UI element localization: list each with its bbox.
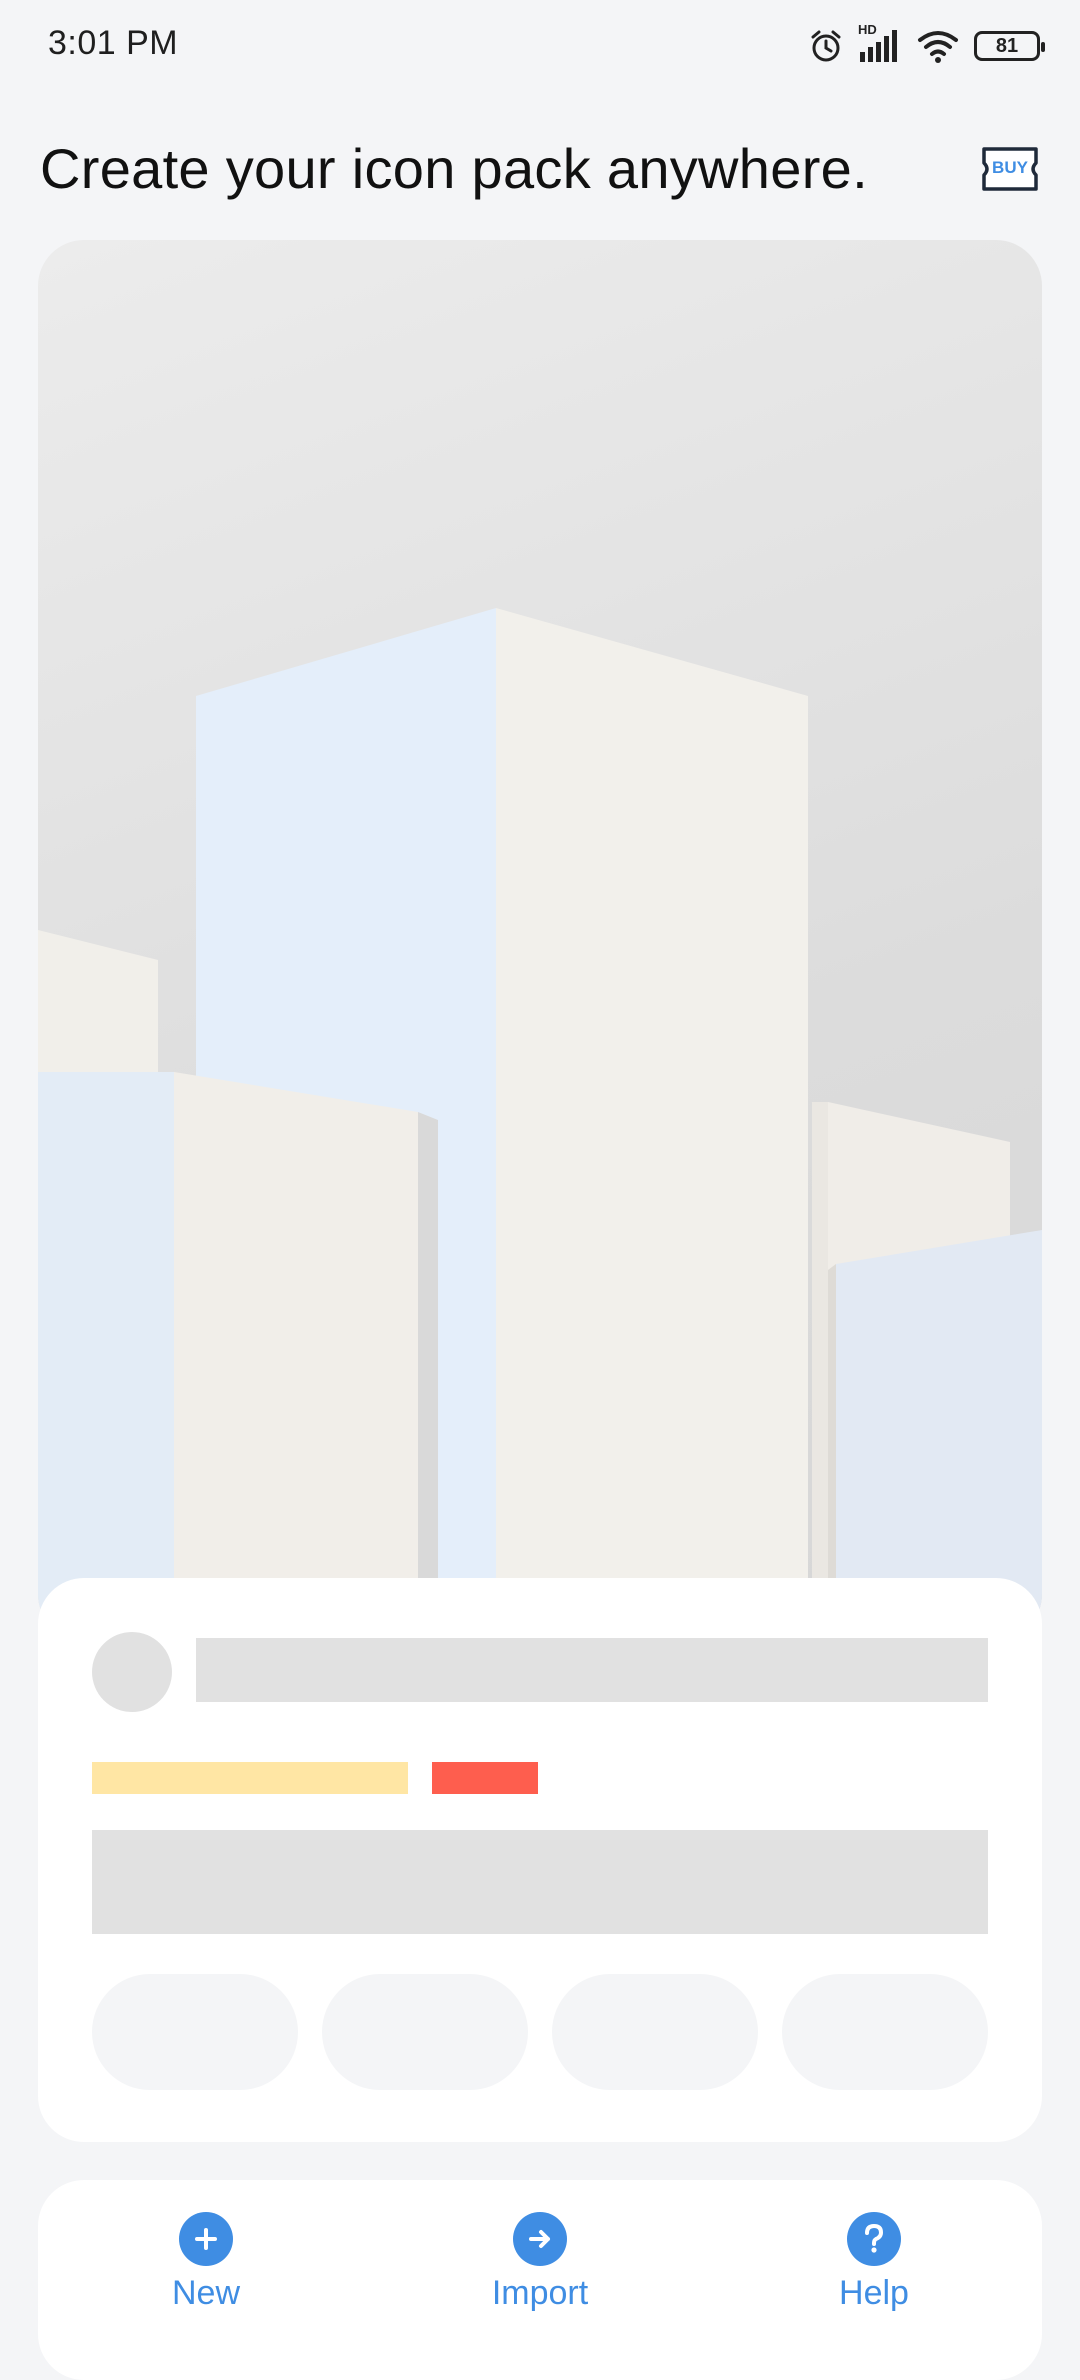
- skeleton-pill: [92, 1974, 298, 2090]
- preview-card: [38, 1578, 1042, 2142]
- status-icons: HD 81: [808, 22, 1045, 66]
- battery-icon: 81: [974, 31, 1045, 61]
- hero-illustration: [38, 240, 1042, 1640]
- skeleton-pill: [552, 1974, 758, 2090]
- signal-icon: HD: [858, 22, 902, 64]
- nav-new-button[interactable]: New: [106, 2212, 306, 2313]
- bottom-nav: New Import Help: [38, 2180, 1042, 2380]
- skeleton-pill: [322, 1974, 528, 2090]
- arrow-right-icon: [513, 2212, 567, 2266]
- nav-import-button[interactable]: Import: [440, 2212, 640, 2313]
- skeleton-tag-yellow: [92, 1762, 408, 1794]
- nav-import-label: Import: [491, 2274, 589, 2312]
- skeleton-tag-red: [432, 1762, 538, 1794]
- skeleton-pill: [782, 1974, 988, 2090]
- skeleton-description: [92, 1830, 988, 1934]
- battery-level: 81: [995, 34, 1019, 57]
- nav-new-label: New: [171, 2274, 241, 2312]
- buildings-illustration: [38, 608, 1042, 1640]
- buy-button[interactable]: BUY: [980, 146, 1040, 192]
- question-icon: [847, 2212, 901, 2266]
- nav-help-label: Help: [839, 2274, 909, 2312]
- nav-help-button[interactable]: Help: [774, 2212, 974, 2313]
- network-label: HD: [858, 22, 877, 37]
- skeleton-title: [196, 1638, 988, 1702]
- status-bar: 3:01 PM HD 81: [0, 0, 1080, 90]
- skeleton-avatar: [92, 1632, 172, 1712]
- alarm-icon: [808, 28, 844, 64]
- plus-icon: [179, 2212, 233, 2266]
- status-time: 3:01 PM: [48, 24, 179, 62]
- page-title: Create your icon pack anywhere.: [40, 137, 868, 200]
- wifi-icon: [916, 28, 960, 64]
- buy-label: BUY: [992, 158, 1028, 177]
